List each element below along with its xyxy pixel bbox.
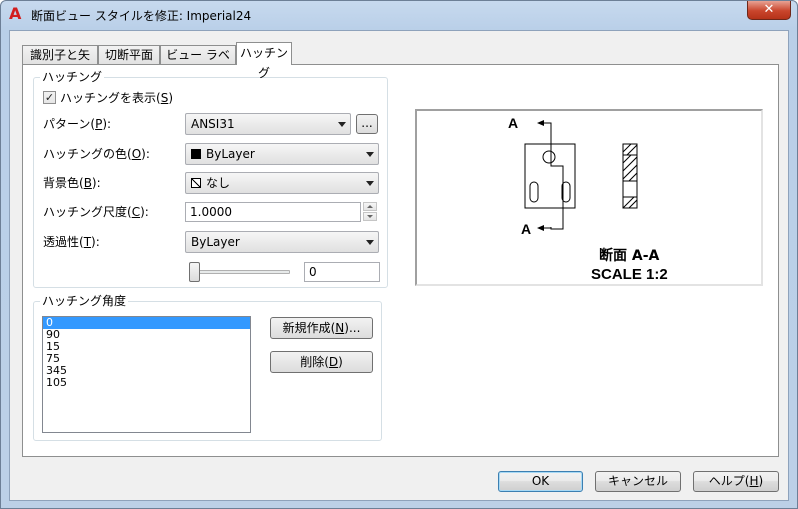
new-angle-button[interactable]: 新規作成(N)... [270,317,373,339]
background-color-value: なし [206,176,231,190]
dialog-client-area: 識別子と矢印 切断平面 ビュー ラベル ハッチング ハッチング ✓ ハッチングを… [9,30,789,501]
tab-view-label[interactable]: ビュー ラベル [160,45,236,80]
background-color-label: 背景色(B): [43,176,101,190]
no-color-swatch-icon [191,178,201,188]
color-swatch-icon [191,149,201,159]
hatch-color-value: ByLayer [206,147,255,161]
list-item[interactable]: 345 [43,365,250,377]
transparency-label: 透過性(T): [43,235,100,249]
hatch-tab-panel: ハッチング ✓ ハッチングを表示(S) パターン(P): ANSI31 ... … [22,64,779,457]
list-item[interactable]: 0 [43,317,250,329]
hatch-group-label: ハッチング [40,70,105,84]
autocad-logo-icon: A [9,4,22,23]
list-item[interactable]: 75 [43,353,250,365]
pattern-dropdown[interactable]: ANSI31 [185,113,351,135]
list-item[interactable]: 15 [43,341,250,353]
hatch-angle-group-label: ハッチング角度 [40,294,129,308]
hatch-scale-input[interactable]: 1.0000 [185,202,361,222]
hatch-angle-list[interactable]: 0 90 15 75 345 105 [42,316,251,433]
help-button[interactable]: ヘルプ(H) [693,471,779,492]
list-item[interactable]: 105 [43,377,250,389]
title-bar[interactable]: A 断面ビュー スタイルを修正: Imperial24 ✕ [1,1,797,29]
hatch-group: ハッチング ✓ ハッチングを表示(S) パターン(P): ANSI31 ... … [33,70,388,288]
section-label-top: A [508,115,518,131]
tab-identifier-arrows[interactable]: 識別子と矢印 [22,45,98,80]
delete-angle-button[interactable]: 削除(D) [270,351,373,373]
section-caption-scale: SCALE 1:2 [591,266,668,283]
pattern-label: パターン(P): [43,117,112,131]
section-label-bottom: A [521,221,531,237]
section-preview-drawing: A A 断面 A-A SCALE 1:2 [508,115,668,283]
dialog-window: A 断面ビュー スタイルを修正: Imperial24 ✕ 識別子と矢印 切断平… [0,0,798,509]
tab-cutting-plane[interactable]: 切断平面 [98,45,160,65]
tab-hatch[interactable]: ハッチング [236,42,292,80]
ok-button[interactable]: OK [498,471,583,492]
section-caption-title: 断面 A-A [599,247,660,264]
transparency-value: ByLayer [191,235,240,249]
section-view-preview: A A 断面 A-A SCALE 1:2 [415,109,763,286]
pattern-browse-button[interactable]: ... [356,114,378,134]
hatch-scale-label: ハッチング尺度(C): [43,205,149,219]
list-item[interactable]: 90 [43,329,250,341]
show-hatch-checkbox[interactable]: ✓ [43,91,56,104]
pattern-value: ANSI31 [191,117,235,131]
spin-down-icon[interactable] [363,212,377,221]
transparency-dropdown[interactable]: ByLayer [185,231,379,253]
transparency-value-input[interactable]: 0 [304,262,380,282]
hatch-scale-spinner[interactable] [363,202,377,222]
background-color-dropdown[interactable]: なし [185,172,379,194]
spin-up-icon[interactable] [363,202,377,211]
cancel-button[interactable]: キャンセル [595,471,681,492]
hatch-color-dropdown[interactable]: ByLayer [185,143,379,165]
show-hatch-label: ハッチングを表示(S) [60,91,173,105]
chevron-down-icon [338,122,346,127]
window-title: 断面ビュー スタイルを修正: Imperial24 [31,9,252,23]
chevron-down-icon [366,181,374,186]
close-button[interactable]: ✕ [747,1,791,20]
hatch-color-label: ハッチングの色(O): [43,147,150,161]
chevron-down-icon [366,152,374,157]
transparency-slider-thumb[interactable] [189,262,200,282]
transparency-slider-track[interactable] [192,270,290,274]
chevron-down-icon [366,240,374,245]
hatch-angle-group: ハッチング角度 0 90 15 75 345 105 新規作成(N)... 削除… [33,294,382,441]
